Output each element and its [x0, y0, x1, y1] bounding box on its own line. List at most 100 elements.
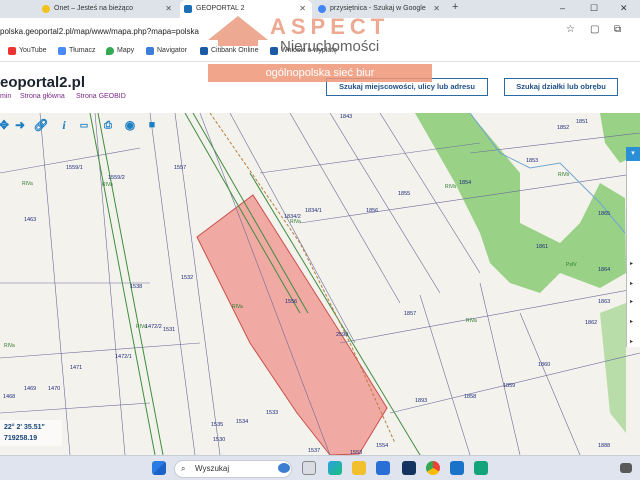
parcel-label: 1559/2: [108, 175, 125, 181]
globe-icon[interactable]: ◉: [122, 117, 138, 133]
pan-right-icon[interactable]: ➜: [12, 117, 28, 133]
parcel-label: 1862: [585, 320, 597, 326]
land-class-label: RIVa: [102, 182, 113, 188]
bookmark-star-icon[interactable]: ☆: [566, 24, 575, 35]
address-bar[interactable]: polska.geoportal2.pl/map/www/mapa.php?ma…: [0, 27, 199, 36]
parcel-label: 1857: [404, 311, 416, 317]
coordinate-value: 719258.19: [4, 435, 38, 442]
parcel-label: 1854: [459, 180, 471, 186]
map-canvas[interactable]: 1559/1 1557 1463 1532 1531 1472/1 1471 1…: [0, 112, 640, 456]
chevron-down-icon[interactable]: ▾: [626, 147, 640, 161]
site-logo[interactable]: eoportal2.pl: [0, 74, 85, 91]
minimize-button[interactable]: –: [560, 0, 565, 16]
parcel-label: 1861: [536, 244, 548, 250]
navigator-icon: [146, 47, 154, 55]
parcel-label: 1834/1: [305, 208, 322, 214]
bookmark-translate[interactable]: Tłumacz: [58, 47, 96, 55]
news-icon[interactable]: [278, 463, 290, 473]
bookmark-label: Tłumacz: [69, 47, 96, 54]
parcel-label: 1538: [130, 284, 142, 290]
coordinates-readout: 22° 2' 35.51" 719258.19: [0, 420, 62, 446]
extensions-icon[interactable]: ⧉: [614, 24, 621, 35]
parcel-label: 1893: [415, 398, 427, 404]
bookmark-navigator[interactable]: Navigator: [146, 47, 187, 55]
task-view-icon[interactable]: [302, 461, 316, 475]
land-class-label: RIVa: [466, 318, 477, 324]
search-parcel-button[interactable]: Szukaj działki lub obrębu: [504, 78, 618, 96]
parcel-label: 1537: [308, 448, 320, 454]
link-icon[interactable]: 🔗︎: [33, 117, 49, 133]
tab-onet[interactable]: Onet – Jesteś na bieżąco ✕: [38, 0, 178, 18]
info-icon[interactable]: i: [56, 117, 72, 133]
land-class-label: RIVb: [445, 184, 456, 190]
nav-link-home[interactable]: Strona główna: [20, 93, 65, 100]
camera-icon[interactable]: ■: [144, 117, 160, 133]
parcel-label: 1533: [266, 410, 278, 416]
dell-icon[interactable]: [402, 461, 416, 475]
parcel-label: 2599: [336, 332, 348, 338]
bookmark-label: Navigator: [157, 47, 187, 54]
parcel-label: 1559/1: [66, 165, 83, 171]
file-explorer-icon[interactable]: [352, 461, 366, 475]
restore-button[interactable]: ☐: [590, 0, 598, 16]
arrows-move-icon[interactable]: ✥: [0, 117, 12, 133]
longitude-value: 22° 2' 35.51": [4, 424, 45, 431]
close-icon[interactable]: ✕: [165, 0, 172, 18]
parcel-label: 1856: [366, 208, 378, 214]
store-icon[interactable]: [376, 461, 390, 475]
new-tab-button[interactable]: +: [452, 1, 458, 13]
mail-icon[interactable]: [450, 461, 464, 475]
search-placeholder: Wyszukaj: [195, 464, 230, 473]
nav-link-geobid[interactable]: Strona GEOBID: [76, 93, 126, 100]
land-class-label: RIVa: [136, 324, 147, 330]
search-icon: ⌕: [181, 464, 186, 473]
translate-icon: [58, 47, 66, 55]
print-icon[interactable]: ⎙: [100, 117, 116, 133]
parcel-label: 1468: [3, 394, 15, 400]
parcel-label: 1860: [538, 362, 550, 368]
app-icon[interactable]: [474, 461, 488, 475]
chrome-icon[interactable]: [426, 461, 440, 475]
chevron-right-icon[interactable]: ▸: [630, 298, 633, 305]
house-logo-icon: [208, 16, 268, 46]
bookmark-maps[interactable]: Mapy: [106, 47, 134, 55]
map-svg[interactable]: 1559/1 1557 1463 1532 1531 1472/1 1471 1…: [0, 112, 640, 456]
parcel-label: 1530: [213, 437, 225, 443]
parcel-label: 1557: [174, 165, 186, 171]
window-icon[interactable]: ▢: [590, 24, 599, 35]
tray-icon[interactable]: [620, 463, 632, 473]
parcel-label: 1864: [598, 267, 610, 273]
watermark-subline: ogólnopolska sieć biur: [265, 67, 375, 79]
bookmark-label: YouTube: [19, 47, 47, 54]
tab-label: GEOPORTAL 2: [196, 5, 245, 12]
taskbar-search[interactable]: ⌕ Wyszukaj: [174, 460, 292, 478]
edge-icon[interactable]: [328, 461, 342, 475]
side-panel: [626, 147, 640, 347]
parcel-label: 1470: [48, 386, 60, 392]
chevron-right-icon[interactable]: ▸: [630, 260, 633, 267]
ruler-icon[interactable]: ▭: [76, 117, 92, 133]
nav-link-admin[interactable]: min: [0, 93, 11, 100]
parcel-label: 1469: [24, 386, 36, 392]
bookmark-youtube[interactable]: YouTube: [8, 47, 47, 55]
close-window-button[interactable]: ✕: [620, 0, 628, 16]
land-class-label: PsIV: [566, 262, 577, 268]
citibank-icon: [200, 47, 208, 55]
youtube-icon: [8, 47, 16, 55]
watermark-line: Nieruchomości: [280, 38, 380, 55]
watermark-brand: ASPECT: [270, 14, 390, 39]
land-class-label: RIVa: [290, 219, 301, 225]
chevron-right-icon[interactable]: ▸: [630, 318, 633, 325]
parcel-label: 1853: [526, 158, 538, 164]
close-icon[interactable]: ✕: [433, 0, 440, 18]
google-favicon-icon: [318, 5, 326, 13]
land-class-label: RIVa: [22, 181, 33, 187]
parcel-label: 1472/2: [145, 324, 162, 330]
geoportal-favicon-icon: [184, 5, 192, 13]
parcel-label: 1471: [70, 365, 82, 371]
chevron-right-icon[interactable]: ▸: [630, 280, 633, 287]
chevron-right-icon[interactable]: ▸: [630, 338, 633, 345]
windows-start-icon[interactable]: [152, 461, 166, 475]
parcel-label: 1463: [24, 217, 36, 223]
windows-taskbar: ⌕ Wyszukaj: [0, 455, 640, 480]
